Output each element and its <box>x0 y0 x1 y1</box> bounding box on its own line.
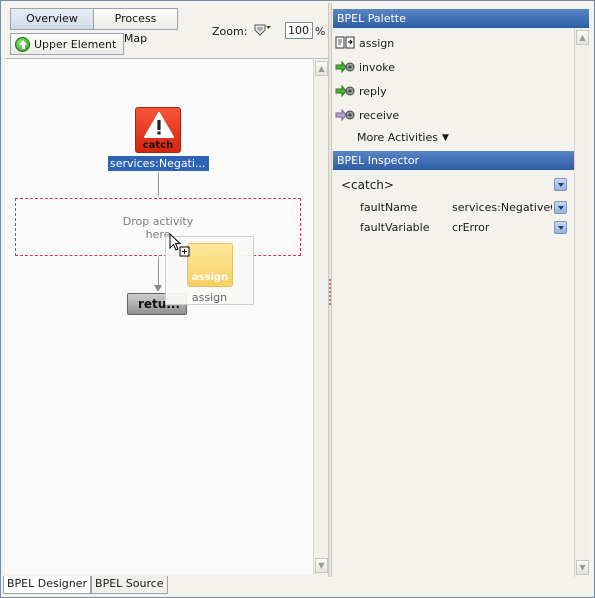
property-label: faultVariable <box>360 221 430 234</box>
drag-preview-label: assign <box>191 291 228 304</box>
inspector-row-faultvariable: faultVariable crError <box>333 219 573 237</box>
property-value[interactable]: services:NegativeCredit <box>452 201 552 214</box>
drag-cursor-icon <box>169 233 190 257</box>
connector-line <box>158 257 159 285</box>
assign-icon <box>335 36 355 49</box>
palette-item-assign[interactable]: assign <box>335 33 394 53</box>
invoke-icon <box>335 60 355 74</box>
receive-icon <box>335 108 355 122</box>
more-activities-link[interactable]: More Activities ▼ <box>357 131 449 144</box>
splitter-grip-icon[interactable] <box>329 279 331 307</box>
tab-overview[interactable]: Overview <box>10 8 94 30</box>
assign-drag-icon: assign <box>187 243 233 287</box>
more-activities-label: More Activities <box>357 131 438 144</box>
connector-line <box>158 172 159 196</box>
side-panel: BPEL Palette assign invoke reply receive… <box>333 9 589 577</box>
drop-zone[interactable]: Drop activity here <box>15 198 301 256</box>
drop-zone-text-2: here <box>145 228 171 241</box>
side-panel-scrollbar[interactable]: ▲ ▼ <box>574 28 589 577</box>
faultvariable-dropdown-button[interactable] <box>554 221 567 234</box>
catch-node[interactable]: catch <box>135 107 181 153</box>
palette-item-label: reply <box>359 84 387 98</box>
palette-item-receive[interactable]: receive <box>335 105 399 125</box>
property-value[interactable]: crError <box>452 221 552 234</box>
arrow-up-icon <box>15 36 30 52</box>
palette-item-reply[interactable]: reply <box>335 81 387 101</box>
canvas-vertical-scrollbar[interactable]: ▲ ▼ <box>313 59 328 575</box>
zoom-label: Zoom: <box>212 25 248 38</box>
scroll-down-button[interactable]: ▼ <box>315 558 328 573</box>
arrow-down-icon <box>154 285 162 292</box>
drop-zone-text: Drop activity <box>122 215 194 228</box>
upper-element-button[interactable]: Upper Element <box>10 33 125 55</box>
warning-icon <box>144 112 174 138</box>
inspector-row-faultname: faultName services:NegativeCredit <box>333 199 573 217</box>
drag-preview-icon-label: assign <box>191 272 229 283</box>
inspector-header: BPEL Inspector <box>333 151 589 170</box>
element-dropdown-button[interactable] <box>554 178 567 191</box>
palette-header: BPEL Palette <box>333 9 589 28</box>
reply-icon <box>335 84 355 98</box>
zoom-input[interactable]: 100 <box>285 22 313 39</box>
scroll-up-button[interactable]: ▲ <box>315 61 328 76</box>
catch-node-label: catch <box>142 140 174 151</box>
editor-tabs: BPEL Designer BPEL Source <box>3 576 168 594</box>
upper-element-label: Upper Element <box>34 37 117 51</box>
property-label: faultName <box>360 201 418 214</box>
palette-item-invoke[interactable]: invoke <box>335 57 395 77</box>
inspector-element-name: <catch> <box>341 178 394 192</box>
designer-pane: Overview Process Map Upper Element Zoom:… <box>3 3 329 577</box>
tab-bpel-source[interactable]: BPEL Source <box>91 576 168 594</box>
zoom-unit: % <box>315 25 326 38</box>
process-canvas[interactable]: catch services:Negati... Drop activity h… <box>5 58 328 575</box>
chevron-down-icon: ▼ <box>441 132 449 143</box>
palette-item-label: invoke <box>359 60 396 74</box>
faultname-dropdown-button[interactable] <box>554 201 567 214</box>
scroll-down-button[interactable]: ▼ <box>576 560 589 575</box>
tab-bpel-designer[interactable]: BPEL Designer <box>3 576 92 594</box>
catch-node-name[interactable]: services:Negati... <box>108 156 209 171</box>
view-tabs: Overview Process Map <box>10 8 178 45</box>
palette-item-label: assign <box>359 36 395 50</box>
zoom-icon[interactable] <box>253 22 273 38</box>
palette-item-label: receive <box>359 108 400 122</box>
tab-process-map[interactable]: Process Map <box>94 8 178 45</box>
scroll-up-button[interactable]: ▲ <box>576 30 589 45</box>
